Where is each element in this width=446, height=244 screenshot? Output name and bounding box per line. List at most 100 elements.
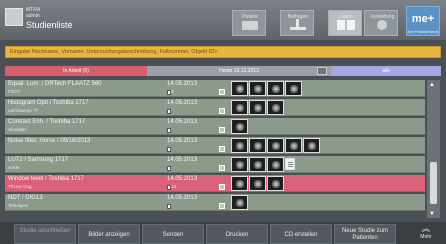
study-bodypart: Testobject [8,203,29,208]
study-date: 14.05.2013 [167,119,198,125]
study-name: Equal. Lum. / DRTech FLAATZ 560 [8,81,102,87]
study-date: 14.05.2013 [167,157,198,163]
xray-thumbnail[interactable] [285,138,302,153]
brand-subtitle: Ihre Produkte bereit [407,30,439,34]
thumbnail-strip [231,138,320,153]
xray-thumbnail[interactable] [249,157,266,172]
xray-thumbnail[interactable] [267,100,284,115]
study-date: 14.05.2013 [167,176,198,182]
thumbnail-strip [231,119,248,134]
table-row[interactable]: LUT2 / Samsung 1717 Ankle 14.05.2013 [5,156,425,173]
new-study-button[interactable]: Neue Studie zum Patienten [334,224,396,244]
xray-thumbnail[interactable] [267,138,284,153]
study-bodypart: Lam/Sweep ?? [8,108,39,113]
xray-thumbnail[interactable] [267,81,284,96]
study-date: 14.05.2013 [167,100,198,106]
nav-tile-verwaltung[interactable]: Verwaltung [364,10,398,36]
send-button[interactable]: Senden [142,224,204,244]
patient-icon [242,21,258,30]
xray-thumbnail[interactable] [231,100,248,115]
image-count: 13 [171,184,177,189]
status-marker [219,108,225,114]
brand-text: me+ [411,13,435,25]
study-name: Histogram Opti / Toshiba 1717 [8,100,89,106]
calendar-icon[interactable] [317,67,327,75]
filter-bar: In Arbeit (0) Heute 23.12.2013 alle [5,66,441,76]
study-bodypart: Shoulder [8,127,27,132]
brand-logo: me+ Ihre Produkte bereit [406,6,440,36]
scroll-up-icon[interactable]: ▲ [429,82,435,88]
scroll-down-icon[interactable]: ▼ [429,211,435,217]
status-marker [219,184,225,190]
thumbnail-strip [231,195,248,210]
xray-thumbnail[interactable] [231,176,248,191]
xray-thumbnail[interactable] [249,176,266,191]
nav-tile-befragen[interactable]: Befragen [280,10,314,36]
print-button[interactable]: Drucken [206,224,268,244]
table-row[interactable]: Noise filter, Horse / 09/18/2013 14.05.2… [5,137,425,154]
table-row[interactable]: NDT / DIG13 Testobject 14.05.2013 [5,194,425,211]
status-marker [219,203,225,209]
study-name: Window level / Toshiba 1717 [8,176,84,182]
table-row[interactable]: Histogram Opti / Toshiba 1717 Lam/Sweep … [5,99,425,116]
xray-thumbnail[interactable] [249,81,266,96]
more-label: Mehr [420,234,432,240]
show-images-button[interactable]: Bilder anzeigen [78,224,140,244]
xray-thumbnail[interactable] [231,195,248,210]
image-count-icon [167,166,171,171]
table-row[interactable]: Contrast Enh. / Toshiba 1717 Shoulder 14… [5,118,425,135]
image-count-icon [167,128,171,133]
chevron-up-icon: ︽ [422,224,430,233]
xray-thumbnail[interactable] [285,158,295,170]
xray-thumbnail[interactable] [303,138,320,153]
app-window: MTRA admin Studienliste Patient Befragen… [0,0,446,244]
filter-today[interactable]: Heute 23.12.2013 [147,66,331,76]
user-info: MTRA admin [26,7,40,19]
list-scrollbar[interactable]: ▲ ▼ [427,80,440,218]
xray-thumbnail[interactable] [249,100,266,115]
xray-thumbnail[interactable] [231,157,248,172]
status-marker [219,127,225,133]
finish-study-button[interactable]: Studie abschließen [14,224,76,244]
header: MTRA admin Studienliste Patient Befragen… [0,0,446,40]
xray-thumbnail[interactable] [285,81,302,96]
more-button[interactable]: ︽ Mehr [410,224,442,244]
study-list: Equal. Lum. / DRTech FLAATZ 560 FOOT 14.… [5,80,425,218]
create-cd-button[interactable]: CD erstellen [270,224,332,244]
study-name: NDT / DIG13 [8,195,43,201]
study-bodypart: FOOT [8,89,21,94]
list-icon [337,20,355,30]
xray-thumbnail[interactable] [231,138,248,153]
study-bodypart: Ankle [8,165,20,170]
xray-thumbnail[interactable] [267,157,284,172]
filter-all[interactable]: alle [331,66,441,76]
org-line-2: admin [26,13,40,19]
study-date: 14.05.2013 [167,81,198,87]
settings-icon [377,20,387,30]
thumbnail-strip [231,176,284,191]
xray-thumbnail[interactable] [267,176,284,191]
xray-thumbnail[interactable] [249,138,266,153]
nav-tile-patient[interactable]: Patient [232,10,266,36]
bottom-toolbar: Studie abschließen Bilder anzeigen Sende… [0,222,446,244]
image-count-icon [167,147,171,152]
nav-tile-listen[interactable]: Listen [328,10,362,36]
image-count: 9 [171,89,174,94]
image-count-icon [167,204,171,209]
status-marker [219,165,225,171]
thumbnail-strip [231,157,295,172]
thumbnail-strip [231,100,284,115]
search-input[interactable]: Eingabe Nachname, Vorname, Untersuchungs… [5,46,441,58]
scroll-thumb[interactable] [430,162,437,204]
study-date: 14.05.2013 [167,195,198,201]
table-row[interactable]: Equal. Lum. / DRTech FLAATZ 560 FOOT 14.… [5,80,425,97]
study-name: Contrast Enh. / Toshiba 1717 [8,119,86,125]
xray-thumbnail[interactable] [231,119,248,134]
app-logo [5,8,23,26]
xray-thumbnail[interactable] [231,81,248,96]
status-marker [219,146,225,152]
table-row[interactable]: Window level / Toshiba 1717 Thorax Dog 1… [5,175,425,192]
filter-in-arbeit[interactable]: In Arbeit (0) [5,66,147,76]
thumbnail-strip [231,81,302,96]
study-date: 14.05.2013 [167,138,198,144]
